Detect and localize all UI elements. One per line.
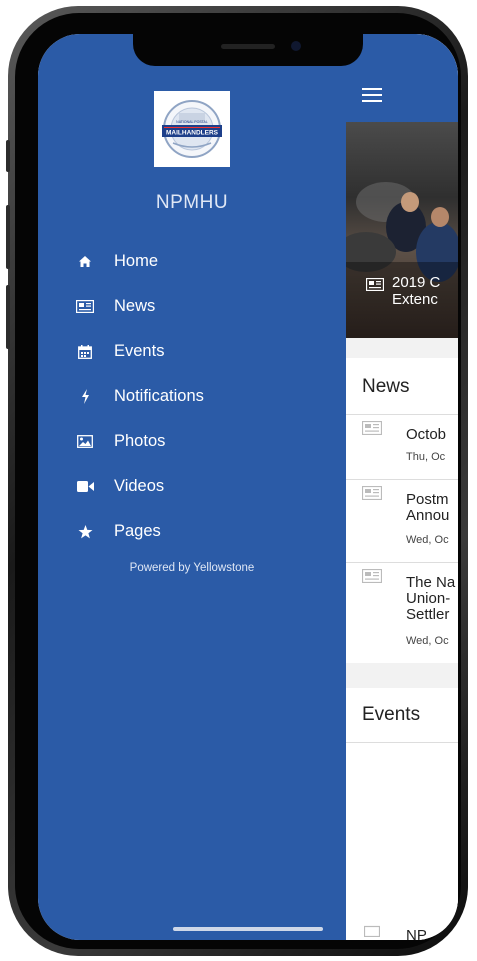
menu-item-label: News — [114, 297, 156, 315]
news-item-date: Wed, Oc — [406, 534, 449, 546]
menu-item-home[interactable]: Home — [38, 239, 346, 284]
news-item-title: The Na Union- Settler — [406, 575, 456, 623]
top-app-bar — [346, 34, 458, 122]
image-icon — [76, 433, 94, 451]
menu-item-label: Events — [114, 342, 165, 360]
hero-caption: 2019 C Extenc — [392, 274, 440, 308]
bolt-icon — [76, 388, 94, 406]
newspaper-icon — [366, 278, 384, 291]
calendar-icon — [76, 343, 94, 361]
volume-down-button — [6, 285, 10, 349]
menu-item-pages[interactable]: Pages — [38, 509, 346, 554]
speaker-grille — [221, 44, 275, 49]
newspaper-icon — [362, 569, 382, 583]
home-icon — [76, 253, 94, 271]
home-indicator[interactable] — [173, 927, 323, 931]
menu-item-label: Home — [114, 252, 159, 270]
events-item-title: NP — [406, 927, 427, 940]
union-seal-logo: MAILHANDLERS NATIONAL POSTAL — [162, 100, 222, 158]
hamburger-menu-icon[interactable] — [362, 88, 382, 102]
featured-hero-image[interactable]: 2019 C Extenc — [346, 122, 458, 338]
phone-notch — [133, 34, 363, 66]
hero-caption-line1: 2019 C — [392, 274, 441, 291]
menu-item-notifications[interactable]: Notifications — [38, 374, 346, 419]
menu-item-label: Notifications — [114, 387, 204, 405]
news-section-title: News — [362, 376, 410, 397]
svg-text:MAILHANDLERS: MAILHANDLERS — [166, 130, 219, 137]
events-section-header: Events — [346, 688, 458, 742]
menu-item-label: Pages — [114, 522, 161, 540]
hero-caption-line2: Extenc — [392, 291, 438, 308]
news-item-date: Wed, Oc — [406, 635, 449, 647]
menu-item-videos[interactable]: Videos — [38, 464, 346, 509]
screen: 2019 C Extenc News Octob Thu, Oc Postm A… — [38, 34, 458, 940]
npmhu-logo: MAILHANDLERS NATIONAL POSTAL — [154, 91, 230, 167]
navigation-drawer: MAILHANDLERS NATIONAL POSTAL NPMHU Home — [38, 34, 346, 940]
menu-item-label: Videos — [114, 477, 165, 495]
news-list-item[interactable]: Octob Thu, Oc — [346, 415, 458, 479]
menu-item-photos[interactable]: Photos — [38, 419, 346, 464]
phone-frame: 2019 C Extenc News Octob Thu, Oc Postm A… — [0, 0, 477, 961]
events-list: NP — [346, 743, 458, 940]
news-list-item[interactable]: The Na Union- Settler Wed, Oc — [346, 563, 458, 663]
video-icon — [76, 478, 94, 496]
newspaper-icon — [362, 486, 382, 500]
app-brand-name: NPMHU — [155, 192, 229, 213]
menu-item-label: Photos — [114, 432, 166, 450]
news-item-date: Thu, Oc — [406, 451, 446, 463]
drawer-menu: Home News Events Notifications Photos Vi… — [38, 239, 346, 554]
events-section-title: Events — [362, 704, 421, 725]
powered-by-link[interactable]: Powered by Yellowstone — [38, 562, 346, 574]
star-icon — [76, 523, 94, 541]
volume-up-button — [6, 205, 10, 269]
calendar-icon — [364, 925, 380, 937]
news-item-title: Postm Annou — [406, 492, 450, 524]
svg-text:NATIONAL POSTAL: NATIONAL POSTAL — [176, 120, 208, 124]
news-section-header: News — [346, 358, 458, 414]
newspaper-icon — [76, 298, 94, 316]
mute-switch — [6, 140, 10, 172]
menu-item-news[interactable]: News — [38, 284, 346, 329]
news-item-title: Octob — [406, 427, 447, 443]
news-list-item[interactable]: Postm Annou Wed, Oc — [346, 480, 458, 562]
front-camera — [291, 41, 301, 51]
newspaper-icon — [362, 421, 382, 435]
menu-item-events[interactable]: Events — [38, 329, 346, 374]
